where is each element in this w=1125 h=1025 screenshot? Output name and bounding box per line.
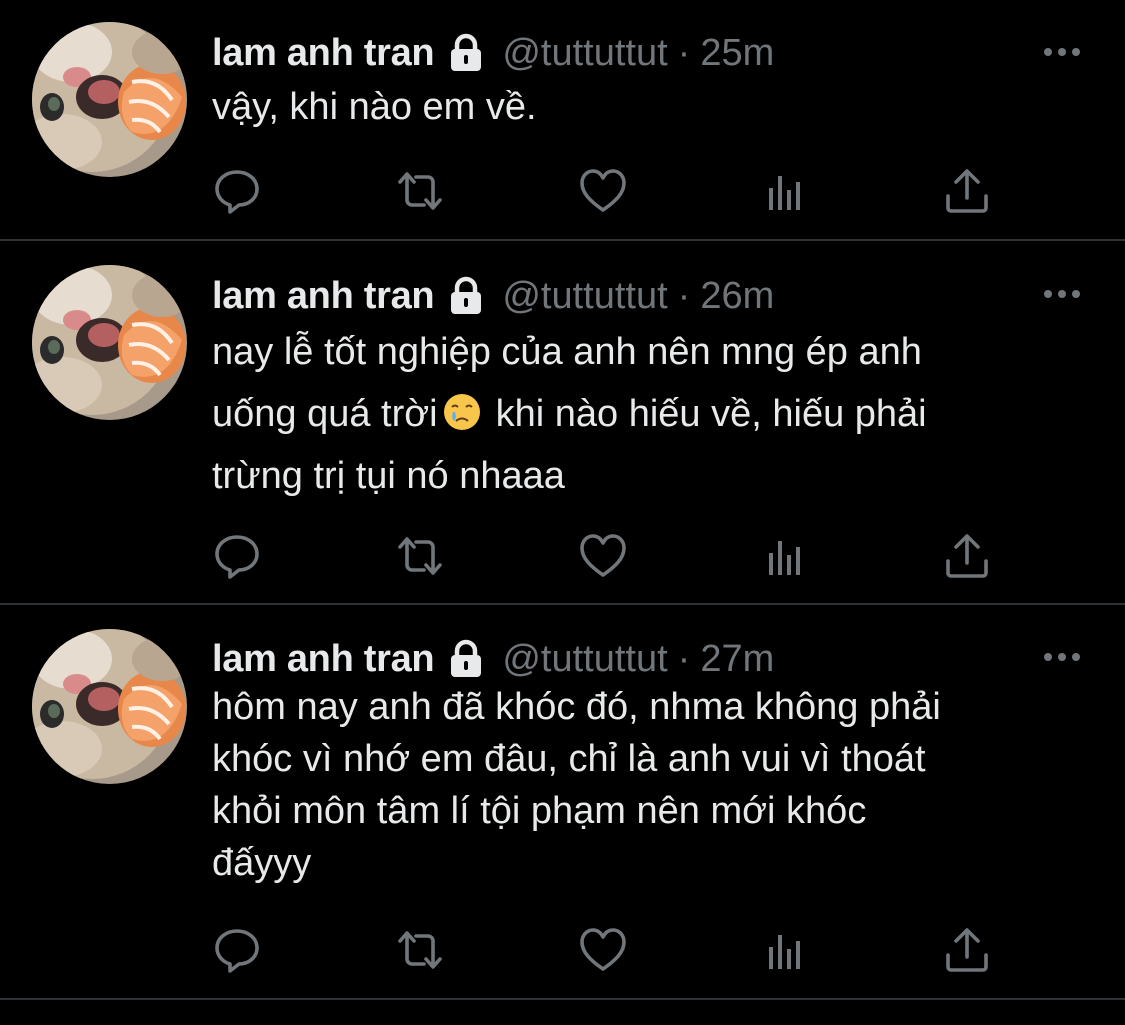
user-handle[interactable]: @tuttuttut (502, 32, 667, 75)
avatar[interactable] (32, 265, 187, 420)
tweet-text-segment: uống quá trời (212, 393, 438, 435)
lock-icon (446, 639, 486, 679)
tweet-text: hôm nay anh đã khóc đó, nhma không phải … (212, 681, 1092, 889)
tweet[interactable]: lam anh tran @tuttuttut · 25m vậy, khi n… (0, 0, 1125, 241)
share-icon[interactable] (942, 166, 992, 216)
tweet-feed: lam anh tran @tuttuttut · 25m vậy, khi n… (0, 0, 1125, 1025)
share-icon[interactable] (942, 531, 992, 581)
crying-face-emoji (442, 389, 482, 429)
more-horizontal-icon[interactable] (1040, 42, 1084, 62)
tweet-header: lam anh tran @tuttuttut · 25m (212, 28, 774, 78)
share-icon[interactable] (942, 925, 992, 975)
tweet-text-segment: khi nào hiếu về, hiếu phải (495, 393, 927, 435)
retweet-icon[interactable] (395, 531, 445, 581)
tweet-text-line: khỏi môn tâm lí tội phạm nên mới khóc (212, 790, 867, 832)
timestamp[interactable]: 26m (700, 275, 774, 318)
lock-icon (446, 33, 486, 73)
action-bar (212, 531, 1012, 581)
user-handle[interactable]: @tuttuttut (502, 275, 667, 318)
tweet-text-line: nay lễ tốt nghiệp của anh nên mng ép anh (212, 331, 922, 373)
tweet-text-line: khóc vì nhớ em đâu, chỉ là anh vui vì th… (212, 738, 926, 780)
separator: · (677, 637, 691, 680)
display-name[interactable]: lam anh tran (212, 275, 435, 318)
timestamp[interactable]: 27m (700, 638, 774, 681)
reply-icon[interactable] (212, 925, 262, 975)
lock-icon (446, 276, 486, 316)
tweet-text: nay lễ tốt nghiệp của anh nên mng ép anh… (212, 321, 1092, 507)
analytics-icon[interactable] (761, 166, 811, 216)
more-horizontal-icon[interactable] (1040, 647, 1084, 667)
tweet-text: vậy, khi nào em về. (212, 78, 1092, 136)
reply-icon[interactable] (212, 531, 262, 581)
heart-icon[interactable] (578, 166, 628, 216)
tweet[interactable]: lam anh tran @tuttuttut · 26m nay lễ tốt… (0, 241, 1125, 605)
tweet-text-line: đấyyy (212, 842, 312, 884)
avatar[interactable] (32, 22, 187, 177)
heart-icon[interactable] (578, 531, 628, 581)
action-bar (212, 166, 1012, 216)
heart-icon[interactable] (578, 925, 628, 975)
tweet-text-line: hôm nay anh đã khóc đó, nhma không phải (212, 686, 941, 728)
tweet-text-line: vậy, khi nào em về. (212, 86, 537, 128)
separator: · (677, 31, 691, 74)
tweet-header: lam anh tran @tuttuttut · 27m (212, 634, 774, 684)
analytics-icon[interactable] (761, 925, 811, 975)
timestamp[interactable]: 25m (700, 32, 774, 75)
retweet-icon[interactable] (395, 925, 445, 975)
tweet-text-line: trừng trị tụi nó nhaaa (212, 455, 565, 497)
avatar[interactable] (32, 629, 187, 784)
user-handle[interactable]: @tuttuttut (502, 638, 667, 681)
analytics-icon[interactable] (761, 531, 811, 581)
tweet-text-line: uống quá trời khi nào hiếu về, hiếu phải (212, 383, 1092, 445)
reply-icon[interactable] (212, 166, 262, 216)
display-name[interactable]: lam anh tran (212, 638, 435, 681)
action-bar (212, 925, 1012, 975)
retweet-icon[interactable] (395, 166, 445, 216)
more-horizontal-icon[interactable] (1040, 284, 1084, 304)
display-name[interactable]: lam anh tran (212, 32, 435, 75)
separator: · (677, 274, 691, 317)
tweet-header: lam anh tran @tuttuttut · 26m (212, 271, 774, 321)
tweet[interactable]: lam anh tran @tuttuttut · 27m hôm nay an… (0, 605, 1125, 1000)
